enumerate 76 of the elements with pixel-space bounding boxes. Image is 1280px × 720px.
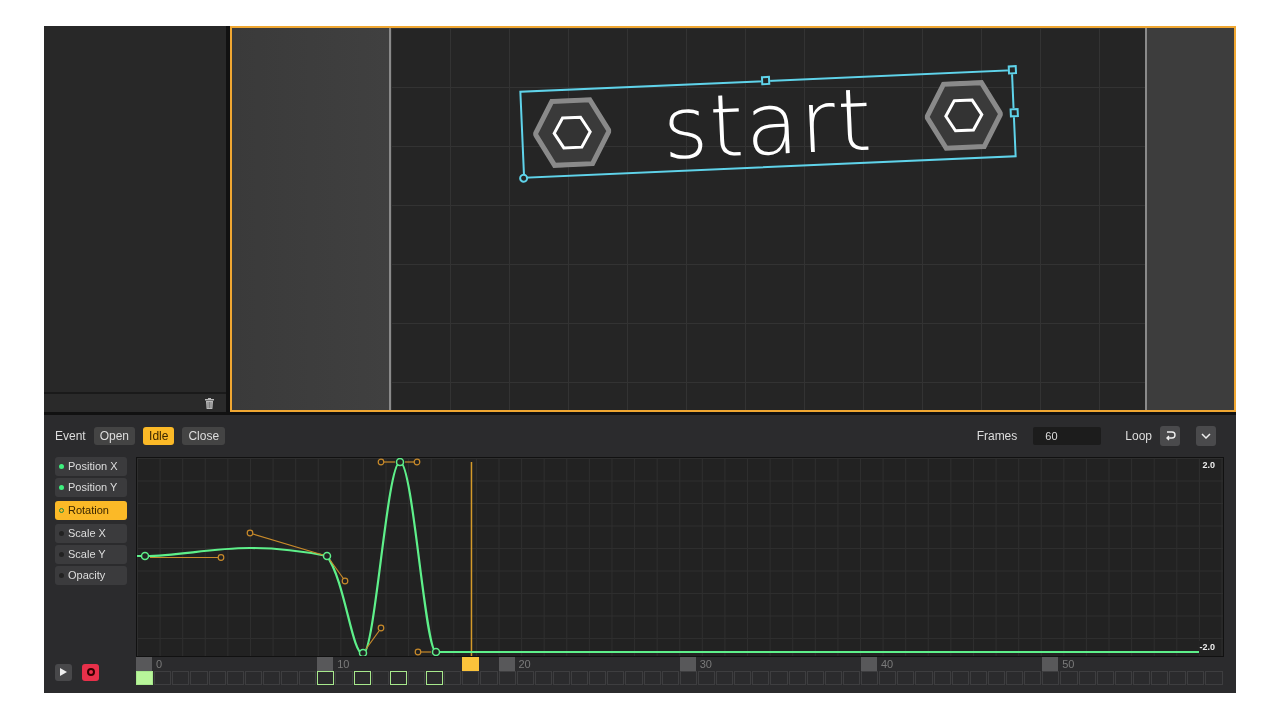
ruler-marker: [1042, 657, 1059, 671]
bezier-handle[interactable]: [377, 458, 421, 466]
bezier-handle[interactable]: [365, 624, 385, 650]
frame-cell[interactable]: [861, 671, 879, 685]
play-button[interactable]: [55, 663, 72, 681]
keyframe-cell[interactable]: [317, 671, 335, 685]
frame-cell[interactable]: [480, 671, 498, 685]
loop-icon: [1164, 430, 1176, 442]
start-text: start: [661, 84, 875, 164]
frame-number: 40: [881, 657, 894, 671]
event-tab[interactable]: Open: [93, 427, 136, 445]
keyframe-point[interactable]: [140, 551, 150, 561]
frame-cell[interactable]: [462, 671, 480, 685]
hexagon-icon: [923, 78, 1005, 153]
keyframe-point[interactable]: [358, 648, 368, 656]
keyframe-cell[interactable]: [389, 671, 407, 685]
frame-number: 50: [1062, 657, 1075, 671]
event-tab[interactable]: Idle: [143, 427, 175, 445]
resize-handle[interactable]: [1007, 65, 1018, 75]
event-label: Event: [55, 428, 86, 445]
keyframe-cell[interactable]: [136, 671, 154, 685]
record-button[interactable]: [82, 663, 99, 681]
frame-cell[interactable]: [444, 671, 462, 685]
frame-cell[interactable]: [299, 671, 317, 685]
resize-handle[interactable]: [518, 173, 529, 183]
frame-cell[interactable]: [661, 671, 679, 685]
loop-button[interactable]: [1160, 426, 1180, 446]
loop-label: Loop: [1125, 428, 1152, 445]
play-icon: [60, 668, 67, 676]
trash-icon[interactable]: [205, 397, 214, 409]
frame-number: 0: [156, 657, 163, 671]
frames-field[interactable]: 60: [1033, 427, 1102, 445]
hexagon-icon: [531, 95, 613, 170]
keyframe-cell[interactable]: [426, 671, 444, 685]
ruler-marker: [861, 657, 877, 671]
event-tab[interactable]: Close: [182, 427, 226, 445]
axis-min-label: -2.0: [1199, 640, 1215, 654]
bezier-handle[interactable]: [149, 554, 225, 561]
frame-number: 10: [337, 657, 350, 671]
dropdown-button[interactable]: [1196, 426, 1216, 446]
keyframe-point[interactable]: [322, 551, 332, 561]
resize-handle[interactable]: [760, 75, 771, 86]
frame-cell[interactable]: [335, 671, 353, 685]
playhead-marker[interactable]: [462, 657, 480, 671]
resize-handle[interactable]: [1009, 108, 1019, 118]
frame-cell[interactable]: [679, 671, 697, 685]
bezier-handle[interactable]: [414, 648, 432, 656]
property-item[interactable]: Rotation: [55, 501, 127, 520]
frame-number: 30: [699, 657, 712, 671]
frame-cell[interactable]: [1042, 671, 1060, 685]
property-item[interactable]: Scale X: [55, 524, 127, 543]
frame-cell[interactable]: [697, 671, 715, 685]
property-item[interactable]: Position X: [55, 457, 127, 476]
property-item[interactable]: Position Y: [55, 478, 127, 497]
chevron-down-icon: [1201, 433, 1211, 439]
frame-number: 20: [518, 657, 531, 671]
frame-cell[interactable]: [407, 671, 425, 685]
frame-cell[interactable]: [371, 671, 389, 685]
ruler-marker: [679, 657, 696, 671]
keyframe-point[interactable]: [431, 647, 441, 656]
property-item[interactable]: Opacity: [55, 566, 127, 585]
frame-cell[interactable]: [498, 671, 516, 685]
keyframe-point[interactable]: [395, 458, 405, 467]
frame-cell[interactable]: [516, 671, 534, 685]
ruler-marker: [317, 657, 334, 671]
frame-cell[interactable]: [1024, 671, 1042, 685]
playhead-line[interactable]: [470, 461, 473, 656]
ruler-marker: [136, 657, 152, 671]
frame-cell[interactable]: [842, 671, 860, 685]
frame-cell[interactable]: [154, 671, 172, 685]
property-item[interactable]: Scale Y: [55, 545, 127, 564]
bezier-handle[interactable]: [246, 529, 349, 585]
keyframe-cell[interactable]: [353, 671, 371, 685]
frames-label: Frames: [976, 428, 1018, 445]
record-icon: [86, 668, 95, 676]
ruler-marker: [498, 657, 515, 671]
